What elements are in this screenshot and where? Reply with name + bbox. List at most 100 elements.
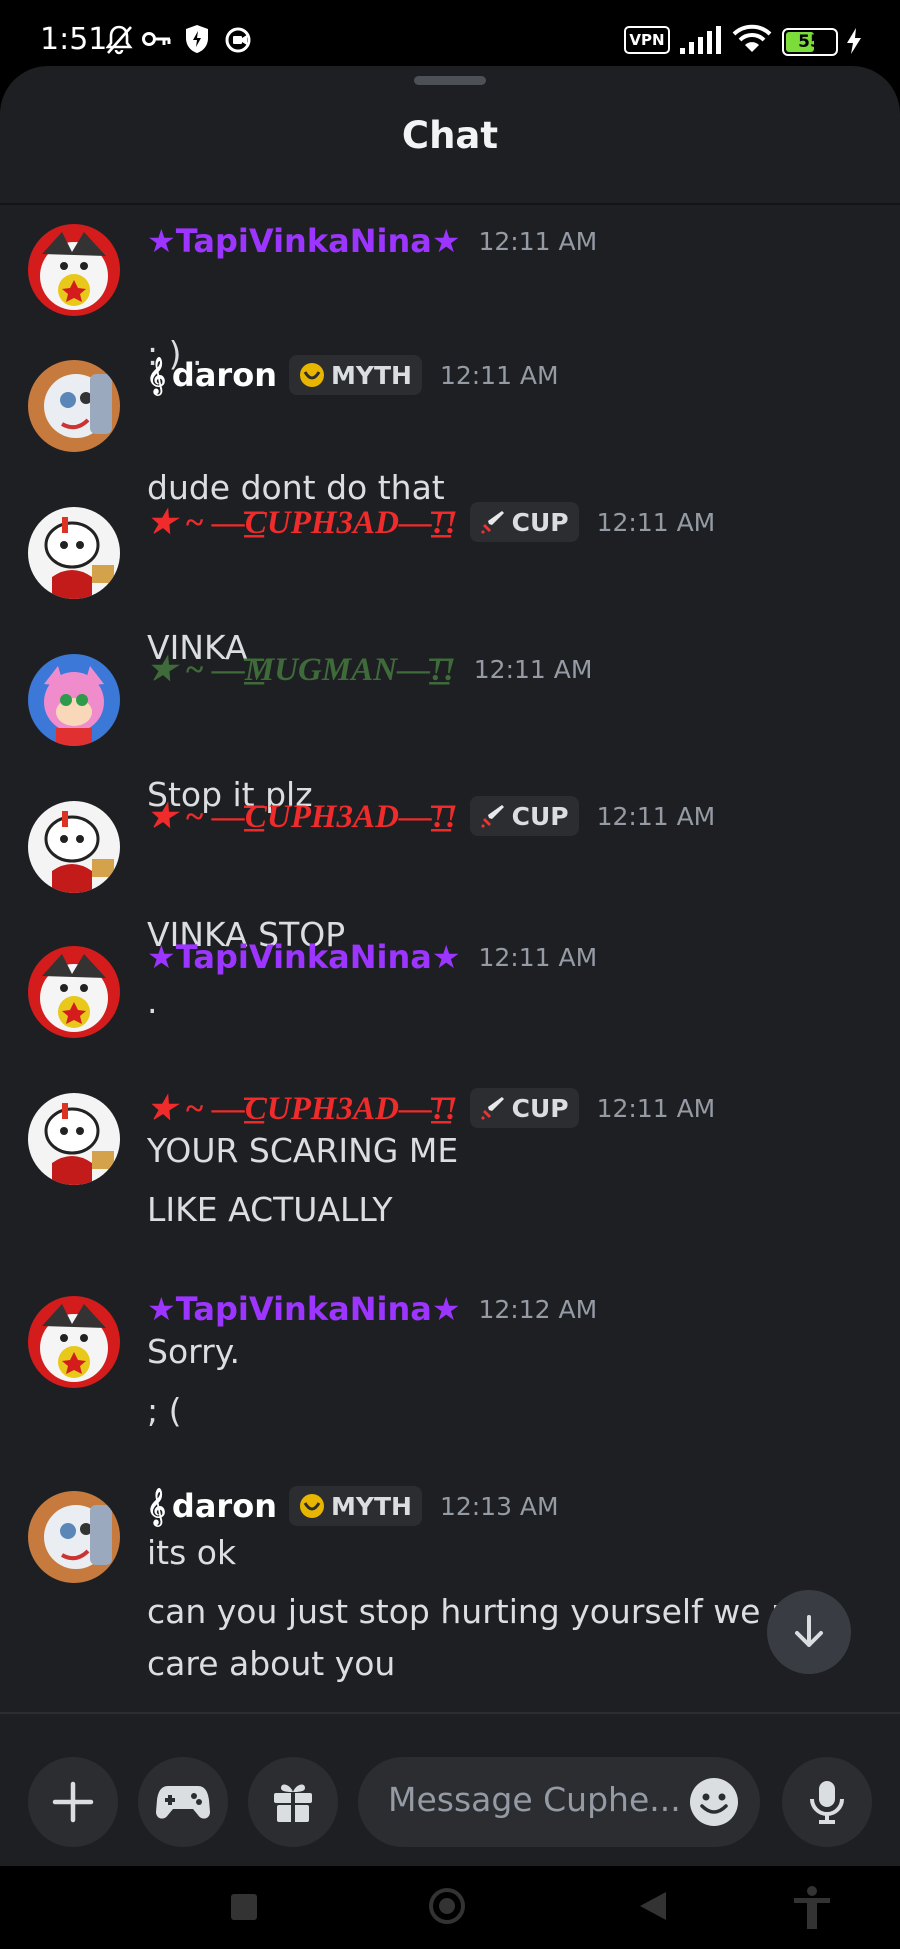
plus-icon (52, 1781, 94, 1823)
username[interactable]: ★TapiVinkaNina★ (147, 222, 461, 260)
key-icon (142, 32, 171, 46)
message-header: ★TapiVinkaNina★ 12:11 AM (147, 218, 597, 264)
timestamp: 12:11 AM (478, 942, 598, 972)
charging-icon (847, 28, 861, 54)
badge-label: CUP (511, 801, 569, 831)
myth-clan-icon (299, 1494, 324, 1518)
username[interactable]: ★ ~ —͟͟͞͞CUPH3AD—͟͟͞͞!! (147, 796, 458, 836)
username[interactable]: ★ ~ —͟͟͞͞CUPH3AD—͟͟͞͞!! (147, 1088, 458, 1128)
myth-badge[interactable]: MYTH (288, 355, 422, 395)
avatar-image (28, 1093, 120, 1185)
badge-label: MYTH (330, 360, 412, 390)
message-input-placeholder: Message Cuphe... (388, 1780, 681, 1819)
record-icon (225, 27, 251, 53)
jump-to-present-button[interactable] (767, 1590, 851, 1674)
signal-icon (680, 26, 721, 54)
timestamp: 12:11 AM (596, 1093, 716, 1123)
message-header: ★ ~ —͟͟͞͞CUPH3AD—͟͟͞͞!! CUP 12:11 AM (147, 793, 715, 839)
message-header: ★TapiVinkaNina★ 12:11 AM (147, 934, 597, 980)
sword-icon (480, 1097, 504, 1120)
message-text: LIKE ACTUALLY (147, 1190, 393, 1229)
avatar-image (28, 1296, 120, 1388)
system-nav-bar (0, 1866, 900, 1949)
username[interactable]: daron (172, 1487, 277, 1525)
avatar[interactable] (28, 360, 120, 452)
timestamp: 12:11 AM (478, 226, 598, 256)
message-header: 𝄞 daron MYTH 12:13 AM (147, 1483, 559, 1529)
avatar[interactable] (28, 1296, 120, 1388)
avatar[interactable] (28, 801, 120, 893)
avatar[interactable] (28, 224, 120, 316)
voice-message-button[interactable] (782, 1757, 872, 1847)
message-text: . (147, 982, 158, 1021)
message-text: Sorry. (147, 1332, 241, 1371)
avatar[interactable] (28, 946, 120, 1038)
square-icon[interactable] (231, 1894, 257, 1920)
gift-button[interactable] (248, 1757, 338, 1847)
gift-icon (274, 1784, 312, 1822)
cup-badge[interactable]: CUP (469, 1088, 579, 1128)
username[interactable]: ★ ~ —͟͟͞͞CUPH3AD—͟͟͞͞!! (147, 502, 458, 542)
avatar-image (28, 360, 120, 452)
message-text: can you just stop hurting yourself we re… (147, 1592, 825, 1631)
cup-badge[interactable]: CUP (469, 502, 579, 542)
vpn-icon: VPN (624, 26, 670, 54)
username[interactable]: ★TapiVinkaNina★ (147, 1290, 461, 1328)
back-triangle-icon[interactable] (638, 1890, 668, 1922)
message-text: ; ( (147, 1391, 182, 1430)
badge-label: CUP (511, 507, 569, 537)
timestamp: 12:13 AM (439, 1491, 559, 1521)
music-clef-prefix: 𝄞 (147, 355, 166, 394)
add-attachment-button[interactable] (28, 1757, 118, 1847)
page-title: Chat (401, 114, 499, 157)
gamepad-icon (156, 1786, 210, 1819)
message-header: ★TapiVinkaNina★ 12:12 AM (147, 1286, 597, 1332)
username[interactable]: ★ ~ —͟͟͞͞MUGMAN—͟͟͞͞!! (147, 649, 456, 689)
status-bar: 1:51 VPN 55 (0, 0, 900, 76)
message-input[interactable]: Message Cuphe... (358, 1757, 760, 1847)
emoji-icon[interactable] (688, 1776, 740, 1828)
avatar-image (28, 654, 120, 746)
wifi-icon (732, 24, 772, 52)
timestamp: 12:11 AM (596, 507, 716, 537)
arrow-down-icon (795, 1615, 823, 1647)
avatar[interactable] (28, 507, 120, 599)
avatar-image (28, 224, 120, 316)
cup-badge[interactable]: CUP (469, 796, 579, 836)
message-text: its ok (147, 1533, 237, 1572)
accessibility-icon[interactable] (792, 1886, 832, 1930)
avatar[interactable] (28, 1093, 120, 1185)
timestamp: 12:11 AM (596, 801, 716, 831)
microphone-icon (810, 1781, 844, 1824)
sword-icon (480, 805, 504, 828)
message-header: ★ ~ —͟͟͞͞CUPH3AD—͟͟͞͞!! CUP 12:11 AM (147, 499, 715, 545)
battery-icon: 55 (782, 28, 838, 56)
home-circle-icon[interactable] (429, 1888, 465, 1924)
username[interactable]: ★TapiVinkaNina★ (147, 938, 461, 976)
myth-badge[interactable]: MYTH (288, 1486, 422, 1526)
shield-icon (186, 25, 208, 53)
drag-handle[interactable] (414, 76, 486, 85)
chat-sheet: Chat ★TapiVinkaNina★ 12:11 AM : ) . 𝄞 da… (0, 66, 900, 1866)
badge-label: CUP (511, 1093, 569, 1123)
composer: Message Cuphe... (0, 1712, 900, 1866)
message-text: YOUR SCARING ME (147, 1131, 459, 1170)
battery-percent: 55 (798, 32, 822, 52)
activities-button[interactable] (138, 1757, 228, 1847)
avatar-image (28, 801, 120, 893)
avatar-image (28, 946, 120, 1038)
header-divider (0, 203, 900, 205)
timestamp: 12:11 AM (439, 360, 559, 390)
music-clef-prefix: 𝄞 (147, 1486, 166, 1525)
avatar[interactable] (28, 1491, 120, 1583)
username[interactable]: daron (172, 356, 277, 394)
avatar-image (28, 1491, 120, 1583)
home-dot (439, 1898, 455, 1914)
message-header: ★ ~ —͟͟͞͞MUGMAN—͟͟͞͞!! 12:11 AM (147, 646, 592, 692)
myth-clan-icon (299, 363, 324, 387)
message-header: ★ ~ —͟͟͞͞CUPH3AD—͟͟͞͞!! CUP 12:11 AM (147, 1085, 715, 1131)
mute-bell-icon (105, 25, 133, 55)
avatar[interactable] (28, 654, 120, 746)
timestamp: 12:11 AM (473, 654, 593, 684)
timestamp: 12:12 AM (478, 1294, 598, 1324)
